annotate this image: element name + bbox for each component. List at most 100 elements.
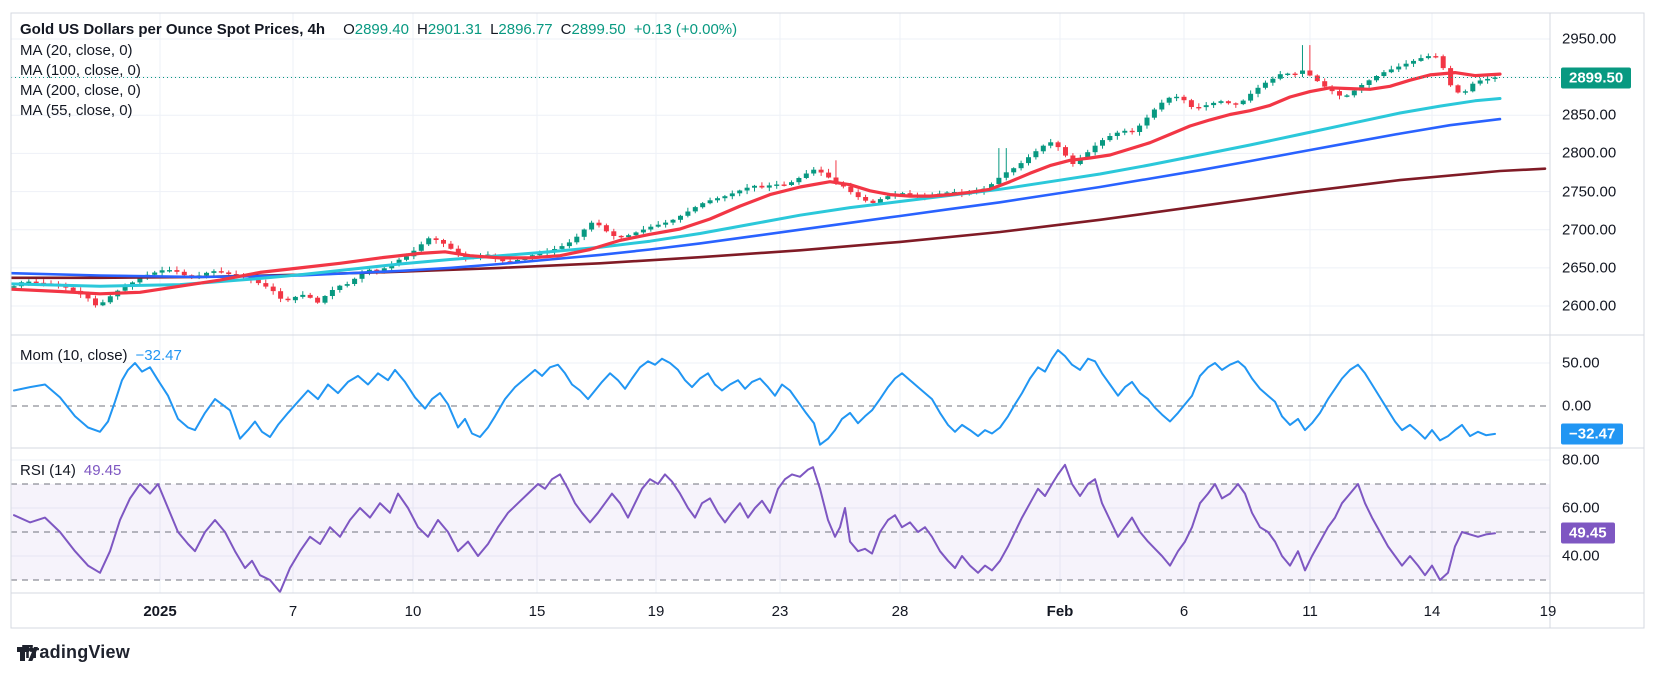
time-axis-label[interactable]: Feb: [1047, 603, 1074, 620]
price-axis-label[interactable]: 2600.00: [1562, 298, 1616, 315]
time-axis-label[interactable]: 19: [648, 603, 665, 620]
momentum-axis-label[interactable]: 50.00: [1562, 355, 1600, 372]
time-axis-label[interactable]: 15: [529, 603, 546, 620]
ma-indicator-rows: MA (20, close, 0)MA (100, close, 0)MA (2…: [20, 41, 737, 121]
candle-body: [782, 185, 787, 186]
candle-body: [278, 291, 283, 299]
price-axis-label[interactable]: 2800.00: [1562, 145, 1616, 162]
time-axis-label[interactable]: 23: [772, 603, 789, 620]
ohlc-value: 2899.50: [571, 21, 625, 38]
candle-body: [12, 286, 17, 288]
rsi-axis-label[interactable]: 60.00: [1562, 500, 1600, 517]
candle-body: [204, 273, 209, 276]
ohlc-values: O2899.40H2901.31L2896.77C2899.50+0.13 (+…: [335, 21, 737, 38]
indicator-label-ma-0[interactable]: MA (20, close, 0): [20, 41, 737, 61]
rsi-label-text: RSI (14): [20, 462, 76, 479]
candle-body: [1367, 80, 1372, 85]
candle-body: [337, 286, 342, 290]
candle-body: [560, 246, 565, 249]
candle-body: [256, 280, 261, 283]
indicator-label-ma-2[interactable]: MA (200, close, 0): [20, 81, 737, 101]
candle-body: [1019, 163, 1024, 168]
candle-body: [1352, 91, 1357, 96]
candle-body: [1256, 88, 1261, 94]
ohlc-letter: C: [561, 21, 572, 38]
candle-body: [774, 185, 779, 186]
rsi-indicator-label[interactable]: RSI (14)49.45: [20, 462, 121, 479]
candle-body: [885, 196, 890, 199]
candle-body: [759, 186, 764, 188]
candle-body: [1048, 142, 1053, 145]
legend: Gold US Dollars per Ounce Spot Prices, 4…: [20, 21, 737, 121]
momentum-indicator-label[interactable]: Mom (10, close)−32.47: [20, 347, 182, 364]
momentum-label-text: Mom (10, close): [20, 347, 128, 364]
momentum-axis-label[interactable]: 0.00: [1562, 398, 1591, 415]
candle-body: [1285, 74, 1290, 75]
candle-body: [589, 223, 594, 230]
candle-body: [1093, 146, 1098, 153]
candle-body: [1300, 71, 1305, 74]
candle-body: [1404, 64, 1409, 67]
candle-body: [678, 216, 683, 220]
candle-body: [167, 270, 172, 271]
candle-body: [1219, 101, 1224, 103]
candle-body: [1389, 69, 1394, 72]
time-axis-label[interactable]: 6: [1180, 603, 1188, 620]
candle-body: [300, 295, 305, 297]
candle-body: [1189, 100, 1194, 107]
ohlc-value: 2901.31: [428, 21, 482, 38]
indicator-label-ma-1[interactable]: MA (100, close, 0): [20, 61, 737, 81]
candle-body: [1456, 85, 1461, 92]
momentum-series: [14, 350, 1495, 445]
candle-body: [226, 272, 231, 274]
candle-body: [315, 298, 320, 303]
candle-body: [1270, 79, 1275, 83]
candle-body: [345, 284, 350, 286]
price-axis-label[interactable]: 2750.00: [1562, 183, 1616, 200]
ma-55-line: [11, 99, 1500, 287]
candle-body: [1374, 76, 1379, 80]
tradingview-logo-icon: [14, 642, 40, 666]
candle-body: [293, 297, 298, 300]
candle-body: [1381, 72, 1386, 76]
candle-body: [86, 294, 91, 298]
price-axis-label[interactable]: 2700.00: [1562, 221, 1616, 238]
ohlc-value: 2899.40: [355, 21, 409, 38]
candle-body: [211, 271, 216, 273]
candle-body: [1344, 95, 1349, 96]
candle-body: [715, 198, 720, 200]
price-axis-label[interactable]: 2850.00: [1562, 107, 1616, 124]
time-axis-label[interactable]: 7: [289, 603, 297, 620]
candle-body: [323, 296, 328, 303]
candle-body: [685, 212, 690, 216]
time-axis-label[interactable]: 2025: [143, 603, 176, 620]
candle-body: [1033, 151, 1038, 157]
time-axis-label[interactable]: 10: [405, 603, 422, 620]
candle-body: [360, 274, 365, 279]
candle-body: [811, 170, 816, 174]
rsi-axis-label[interactable]: 40.00: [1562, 548, 1600, 565]
candle-body: [641, 230, 646, 233]
candle-body: [404, 256, 409, 259]
candle-body: [656, 225, 661, 227]
indicator-label-ma-3[interactable]: MA (55, close, 0): [20, 101, 737, 121]
candle-body: [419, 244, 424, 251]
candle-body: [1463, 91, 1468, 92]
candle-body: [996, 178, 1001, 184]
time-axis-label[interactable]: 14: [1424, 603, 1441, 620]
time-axis-label[interactable]: 28: [892, 603, 909, 620]
candle-body: [108, 296, 113, 302]
symbol-title[interactable]: Gold US Dollars per Ounce Spot Prices, 4…: [20, 21, 325, 38]
price-axis-label[interactable]: 2650.00: [1562, 259, 1616, 276]
candle-body: [1241, 101, 1246, 105]
candle-body: [93, 298, 98, 305]
time-axis-label[interactable]: 19: [1540, 603, 1557, 620]
candle-body: [648, 227, 653, 230]
candle-body: [604, 225, 609, 231]
tradingview-logo[interactable]: TradingView: [14, 642, 130, 663]
time-axis-label[interactable]: 11: [1302, 603, 1318, 620]
rsi-axis-label[interactable]: 80.00: [1562, 452, 1600, 469]
candle-body: [448, 244, 453, 249]
candle-body: [737, 191, 742, 194]
price-axis-label[interactable]: 2950.00: [1562, 31, 1616, 48]
